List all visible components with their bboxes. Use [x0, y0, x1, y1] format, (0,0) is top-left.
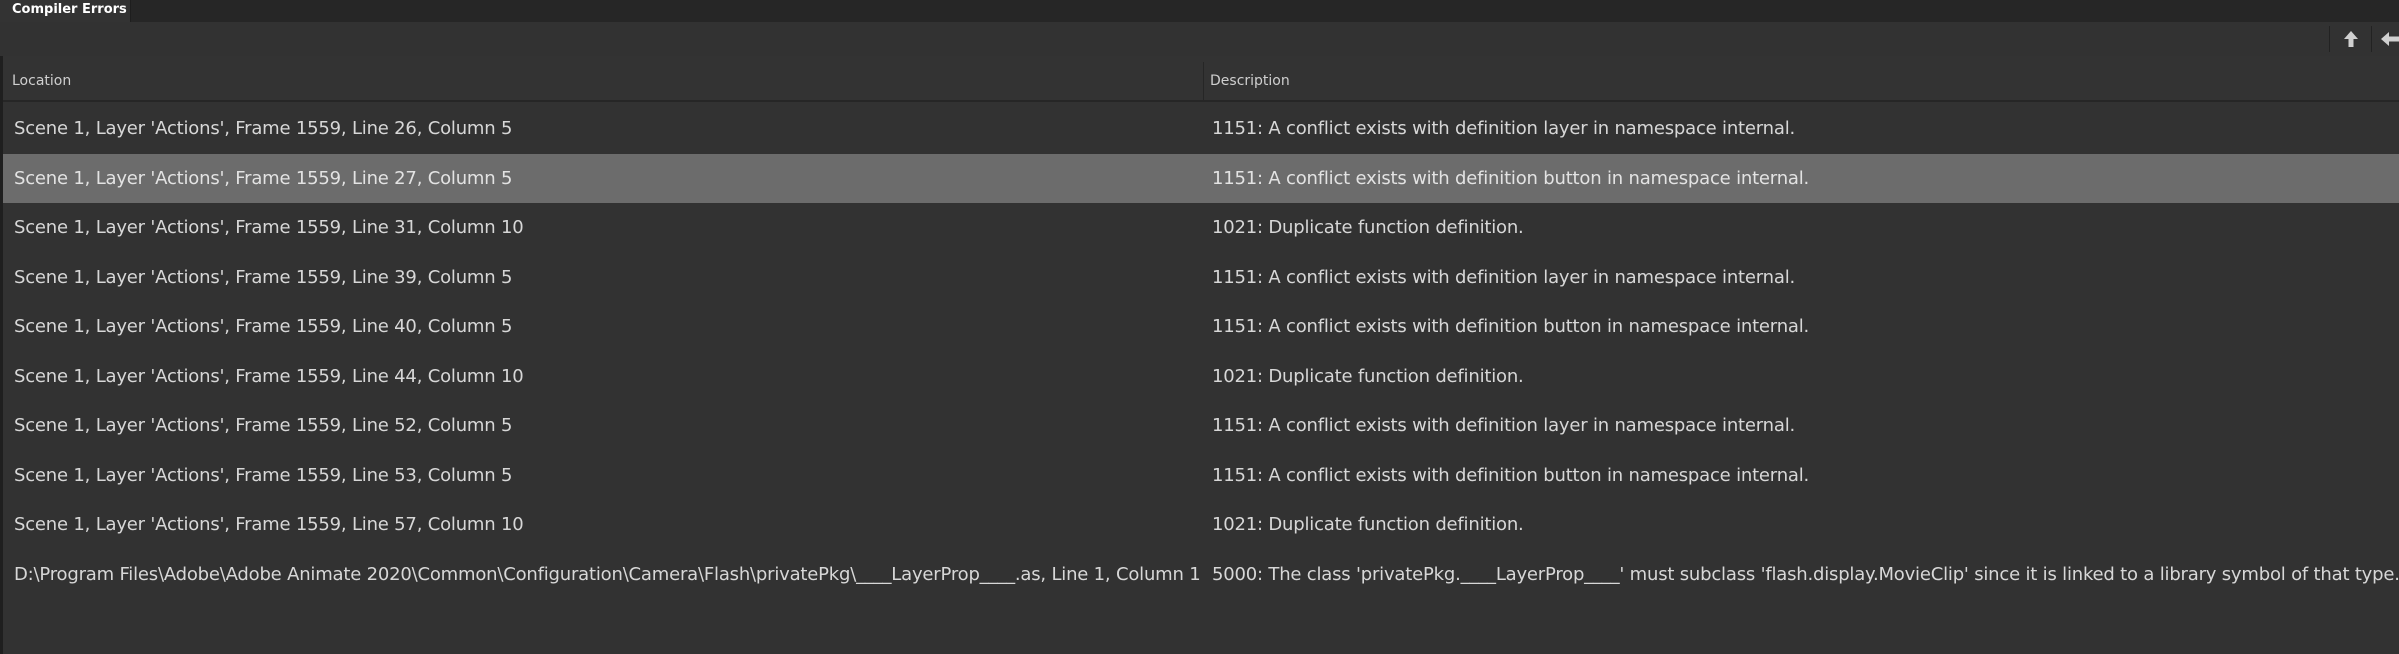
tab-compiler-errors[interactable]: Compiler Errors: [0, 0, 131, 22]
error-row[interactable]: Scene 1, Layer 'Actions', Frame 1559, Li…: [3, 500, 2399, 550]
error-row-selected[interactable]: Scene 1, Layer 'Actions', Frame 1559, Li…: [3, 153, 2399, 203]
error-location: Scene 1, Layer 'Actions', Frame 1559, Li…: [14, 415, 513, 436]
column-resize-handle[interactable]: [1203, 62, 1204, 100]
panel-toolbar: [0, 22, 2399, 56]
error-location: Scene 1, Layer 'Actions', Frame 1559, Li…: [14, 514, 524, 535]
error-location: Scene 1, Layer 'Actions', Frame 1559, Li…: [14, 365, 524, 387]
column-header-location[interactable]: Location: [12, 56, 71, 100]
error-location: Scene 1, Layer 'Actions', Frame 1559, Li…: [14, 217, 524, 238]
column-header-description[interactable]: Description: [1210, 56, 1290, 100]
go-to-previous-button[interactable]: [2339, 27, 2363, 51]
error-description: 1021: Duplicate function definition.: [1212, 217, 1524, 238]
error-row[interactable]: D:\Program Files\Adobe\Adobe Animate 202…: [3, 550, 2399, 600]
error-description: 1021: Duplicate function definition.: [1212, 365, 1524, 387]
error-description: 1021: Duplicate function definition.: [1212, 514, 1524, 535]
compiler-errors-panel: Compiler Errors Location Description Sce…: [0, 0, 2399, 654]
error-location: Scene 1, Layer 'Actions', Frame 1559, Li…: [14, 316, 513, 337]
error-location: D:\Program Files\Adobe\Adobe Animate 202…: [14, 563, 1201, 585]
error-description: 1151: A conflict exists with definition …: [1212, 118, 1796, 139]
error-row[interactable]: Scene 1, Layer 'Actions', Frame 1559, Li…: [3, 302, 2399, 352]
error-description: 1151: A conflict exists with definition …: [1212, 316, 1810, 337]
error-location: Scene 1, Layer 'Actions', Frame 1559, Li…: [14, 118, 513, 139]
arrow-up-icon: [2343, 30, 2359, 48]
toolbar-divider: [2371, 26, 2372, 52]
error-row[interactable]: Scene 1, Layer 'Actions', Frame 1559, Li…: [3, 253, 2399, 303]
error-location: Scene 1, Layer 'Actions', Frame 1559, Li…: [14, 266, 513, 288]
error-row[interactable]: Scene 1, Layer 'Actions', Frame 1559, Li…: [3, 401, 2399, 451]
error-list: Scene 1, Layer 'Actions', Frame 1559, Li…: [3, 104, 2399, 599]
go-to-source-button[interactable]: [2378, 27, 2399, 51]
table-header: Location Description: [3, 56, 2399, 102]
error-row[interactable]: Scene 1, Layer 'Actions', Frame 1559, Li…: [3, 104, 2399, 154]
toolbar-divider: [2329, 26, 2330, 52]
error-location: Scene 1, Layer 'Actions', Frame 1559, Li…: [14, 167, 513, 189]
error-description: 1151: A conflict exists with definition …: [1212, 167, 1810, 189]
error-row[interactable]: Scene 1, Layer 'Actions', Frame 1559, Li…: [3, 203, 2399, 253]
error-row[interactable]: Scene 1, Layer 'Actions', Frame 1559, Li…: [3, 451, 2399, 501]
error-description: 1151: A conflict exists with definition …: [1212, 464, 1810, 486]
arrow-left-icon: [2380, 31, 2399, 47]
error-description: 5000: The class 'privatePkg.____LayerPro…: [1212, 563, 2399, 585]
error-description: 1151: A conflict exists with definition …: [1212, 266, 1796, 288]
error-location: Scene 1, Layer 'Actions', Frame 1559, Li…: [14, 464, 513, 486]
panel-tab-bar: Compiler Errors: [0, 0, 2399, 22]
error-description: 1151: A conflict exists with definition …: [1212, 415, 1796, 436]
error-row[interactable]: Scene 1, Layer 'Actions', Frame 1559, Li…: [3, 352, 2399, 402]
